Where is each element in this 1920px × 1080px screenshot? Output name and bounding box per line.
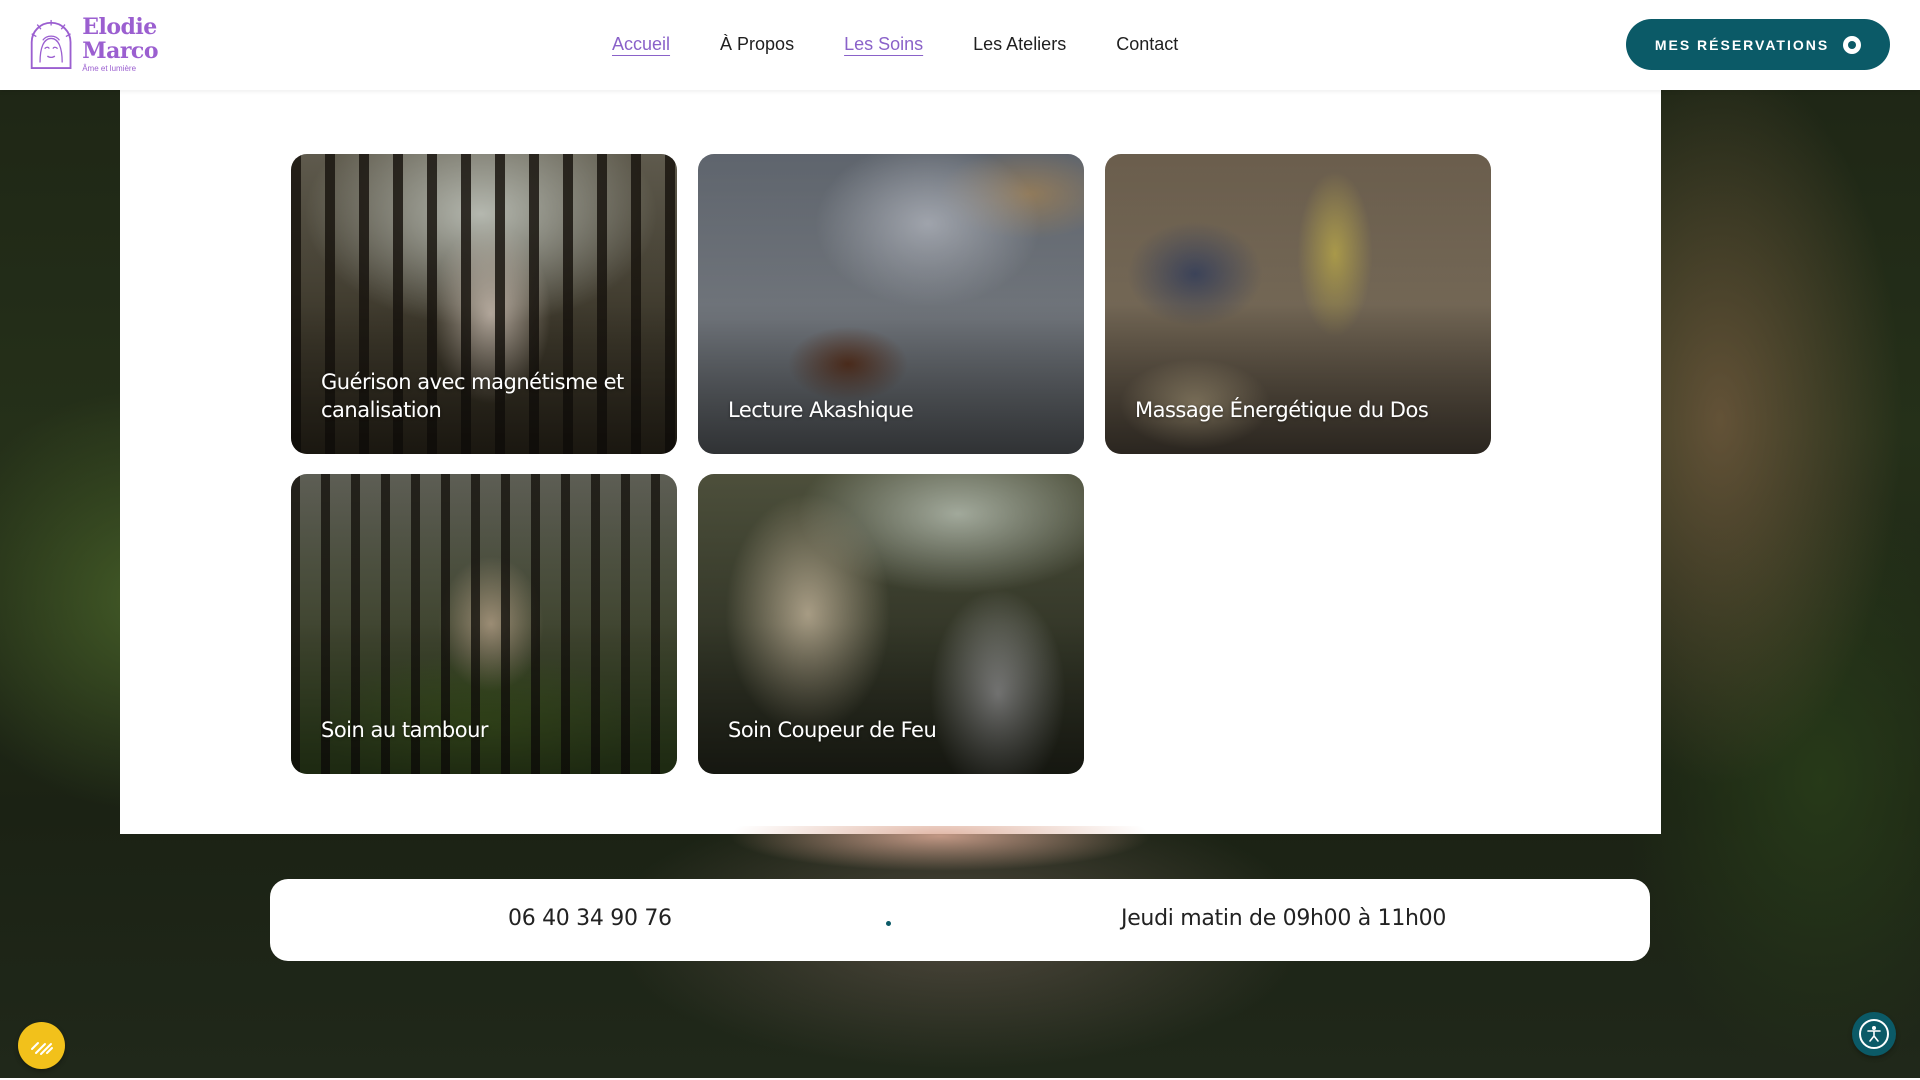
logo-text: Elodie Marco Âme et lumière: [82, 15, 158, 73]
nav-item-contact[interactable]: Contact: [1116, 33, 1178, 57]
logo-tagline: Âme et lumière: [82, 64, 137, 73]
site-header: Elodie Marco Âme et lumière Accueil À Pr…: [0, 0, 1920, 90]
card-title: Soin au tambour: [321, 718, 489, 742]
nav-item-les-soins[interactable]: Les Soins: [844, 33, 923, 57]
nav-item-a-propos[interactable]: À Propos: [720, 33, 794, 57]
card-soin-coupeur-de-feu[interactable]: Soin Coupeur de Feu: [698, 474, 1084, 774]
radio-dot-icon: [1843, 35, 1862, 54]
contact-info-bar: 06 40 34 90 76 Jeudi matin de 09h00 à 11…: [270, 879, 1650, 961]
card-guerison[interactable]: Guérison avec magnétisme et canalisation: [291, 154, 677, 454]
separator-dot: [886, 921, 891, 926]
opening-hours: Jeudi matin de 09h00 à 11h00: [1121, 906, 1447, 931]
phone-number[interactable]: 06 40 34 90 76: [508, 906, 672, 931]
logo-name-first: Elodie: [82, 14, 157, 40]
reservations-button-label: MES RÉSERVATIONS: [1654, 36, 1830, 53]
nav-item-les-ateliers[interactable]: Les Ateliers: [973, 33, 1066, 57]
nav-item-accueil[interactable]: Accueil: [612, 33, 670, 57]
accessibility-icon: [1859, 1019, 1889, 1049]
wand-stripes-icon: [30, 1041, 53, 1055]
card-massage-energetique[interactable]: Massage Énergétique du Dos: [1105, 154, 1491, 454]
card-title: Guérison avec magnétisme et canalisation: [321, 370, 624, 422]
card-title: Lecture Akashique: [728, 398, 914, 422]
wand-icon[interactable]: [18, 1022, 65, 1069]
reservations-button[interactable]: MES RÉSERVATIONS: [1626, 19, 1890, 70]
logo-name-last: Marco: [82, 38, 158, 64]
accessibility-button[interactable]: [1852, 1012, 1896, 1056]
card-title: Massage Énergétique du Dos: [1135, 398, 1429, 422]
soins-panel: Guérison avec magnétisme et canalisation…: [120, 90, 1661, 834]
site-logo[interactable]: Elodie Marco Âme et lumière: [28, 15, 158, 73]
main-nav: Accueil À Propos Les Soins Les Ateliers …: [612, 33, 1178, 57]
card-title: Soin Coupeur de Feu: [728, 718, 937, 742]
card-soin-tambour[interactable]: Soin au tambour: [291, 474, 677, 774]
card-lecture-akashique[interactable]: Lecture Akashique: [698, 154, 1084, 454]
logo-face-icon: [30, 19, 72, 69]
